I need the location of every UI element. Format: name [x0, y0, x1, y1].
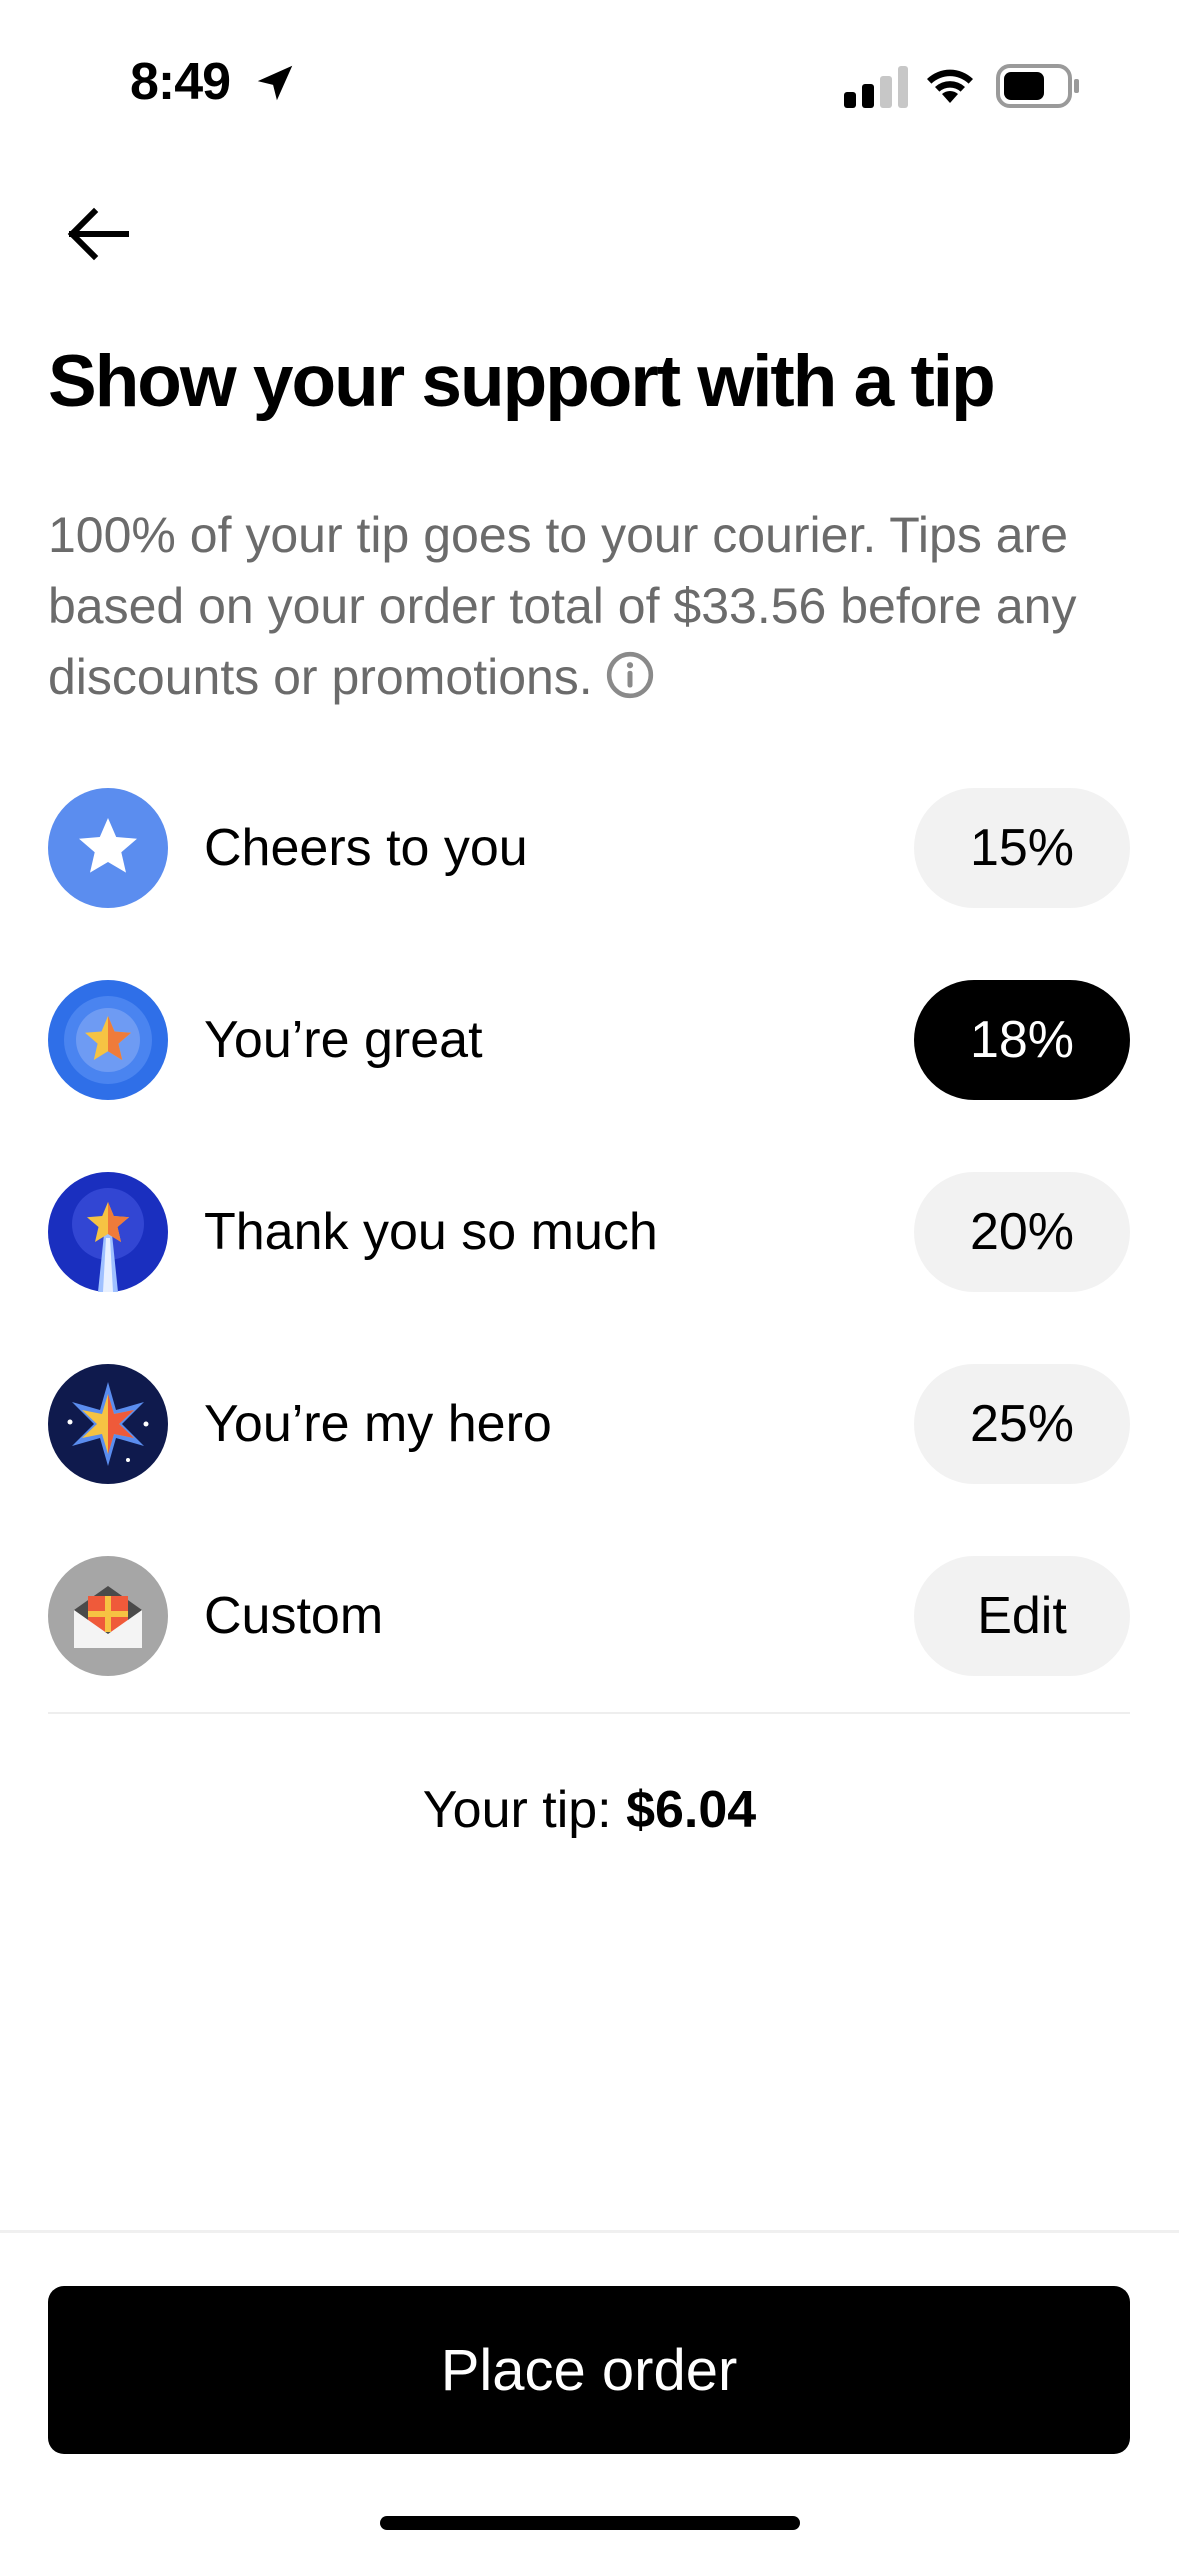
footer-divider — [0, 2230, 1179, 2233]
tip-option-label: Cheers to you — [204, 819, 528, 877]
tip-option-hero: You’re my hero 25% — [48, 1364, 1130, 1484]
your-tip-amount: $6.04 — [626, 1781, 757, 1839]
status-bar: 8:49 — [0, 0, 1179, 170]
back-button[interactable] — [48, 190, 158, 280]
page-title: Show your support with a tip — [48, 341, 996, 422]
tip-option-label: You’re my hero — [204, 1395, 552, 1453]
tip-option-label: Custom — [204, 1587, 384, 1645]
gift-envelope-icon — [48, 1556, 168, 1676]
battery-icon — [996, 64, 1079, 108]
your-tip-label: Your tip: — [422, 1781, 612, 1839]
tip-25-button[interactable]: 25% — [914, 1364, 1130, 1484]
location-arrow-icon — [257, 65, 293, 101]
shooting-star-badge-icon — [48, 1172, 168, 1292]
tip-18-button[interactable]: 18% — [914, 980, 1130, 1100]
tip-option-thank-you: Thank you so much 20% — [48, 1172, 1130, 1292]
back-arrow-icon — [67, 207, 129, 261]
tip-20-button[interactable]: 20% — [914, 1172, 1130, 1292]
cellular-signal-icon — [844, 66, 908, 108]
place-order-button[interactable]: Place order — [48, 2286, 1130, 2454]
tip-description-text: 100% of your tip goes to your courier. T… — [48, 507, 1077, 705]
star-badge-icon — [48, 788, 168, 908]
tip-option-cheers: Cheers to you 15% — [48, 788, 1130, 908]
star-ring-badge-icon — [48, 980, 168, 1100]
tip-option-label: You’re great — [204, 1011, 483, 1069]
tip-description: 100% of your tip goes to your courier. T… — [48, 500, 1128, 713]
wifi-icon — [927, 69, 973, 103]
burst-star-badge-icon — [48, 1364, 168, 1484]
your-tip-summary: Your tip: $6.04 — [0, 1780, 1179, 1840]
divider — [48, 1712, 1130, 1714]
tip-option-label: Thank you so much — [204, 1203, 658, 1261]
custom-tip-edit-button[interactable]: Edit — [914, 1556, 1130, 1676]
tip-option-great: You’re great 18% — [48, 980, 1130, 1100]
home-indicator — [380, 2516, 800, 2530]
info-icon[interactable] — [605, 650, 655, 700]
status-time: 8:49 — [130, 53, 231, 111]
tip-15-button[interactable]: 15% — [914, 788, 1130, 908]
tip-option-custom: Custom Edit — [48, 1556, 1130, 1676]
